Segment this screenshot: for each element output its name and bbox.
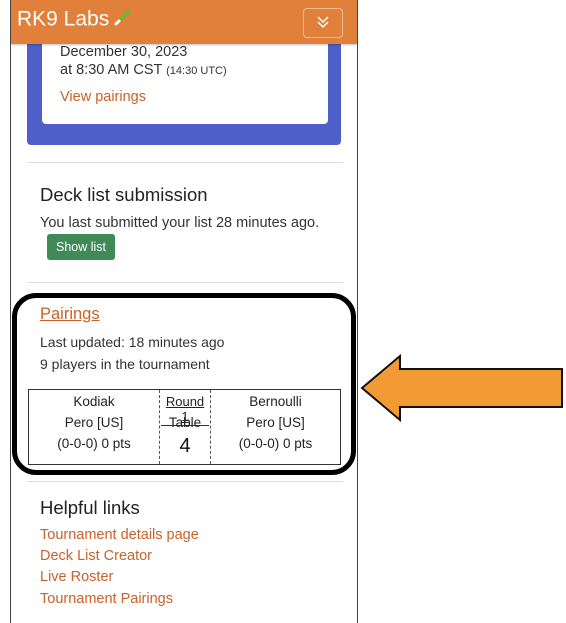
menu-toggle-button[interactable] <box>303 8 343 38</box>
section-divider <box>27 481 343 482</box>
pairing-table: Kodiak Pero [US] (0-0-0) 0 pts Round 1 T… <box>28 389 341 465</box>
link-tournament-details[interactable]: Tournament details page <box>40 527 199 543</box>
player-left-last-name: Pero [US] <box>64 415 124 430</box>
player-right-last-name: Pero [US] <box>246 415 305 430</box>
view-pairings-link[interactable]: View pairings <box>60 89 146 105</box>
brand-logo[interactable]: RK9 Labs <box>17 7 133 33</box>
event-time-local: at 8:30 AM CST <box>60 62 163 78</box>
pairings-link[interactable]: Pairings <box>40 305 100 324</box>
table-number: 4 <box>179 435 191 457</box>
pencil-icon <box>113 7 133 33</box>
section-divider <box>27 282 343 283</box>
event-date: December 30, 2023 <box>60 44 188 60</box>
pairings-last-updated: Last updated: 18 minutes ago <box>40 334 225 350</box>
player-right-record: (0-0-0) 0 pts <box>238 436 313 451</box>
top-navbar: RK9 Labs <box>11 0 357 44</box>
player-left: Kodiak Pero [US] (0-0-0) 0 pts <box>29 390 159 464</box>
player-right: Bernoulli Pero [US] (0-0-0) 0 pts <box>211 390 340 464</box>
link-live-roster[interactable]: Live Roster <box>40 569 113 585</box>
match-info: Round 1 Table 4 <box>159 390 211 464</box>
event-time: at 8:30 AM CST (14:30 UTC) <box>60 62 227 78</box>
event-time-utc: (14:30 UTC) <box>166 65 227 77</box>
helpful-links-title: Helpful links <box>40 497 140 518</box>
deck-section-title: Deck list submission <box>40 184 208 205</box>
player-left-first-name: Kodiak <box>73 394 115 409</box>
show-list-button[interactable]: Show list <box>47 234 115 260</box>
mobile-page: December 30, 2023 at 8:30 AM CST (14:30 … <box>10 0 358 623</box>
link-tournament-pairings[interactable]: Tournament Pairings <box>40 591 173 607</box>
link-deck-list-creator[interactable]: Deck List Creator <box>40 548 152 564</box>
left-arrow-icon <box>360 353 566 428</box>
section-divider <box>27 162 343 163</box>
deck-submission-status: You last submitted your list 28 minutes … <box>40 215 320 231</box>
table-label: Table <box>168 415 202 430</box>
player-left-record: (0-0-0) 0 pts <box>57 436 131 451</box>
brand-name: RK9 Labs <box>17 7 110 31</box>
player-right-first-name: Bernoulli <box>249 394 302 409</box>
pairings-player-count: 9 players in the tournament <box>40 356 210 372</box>
